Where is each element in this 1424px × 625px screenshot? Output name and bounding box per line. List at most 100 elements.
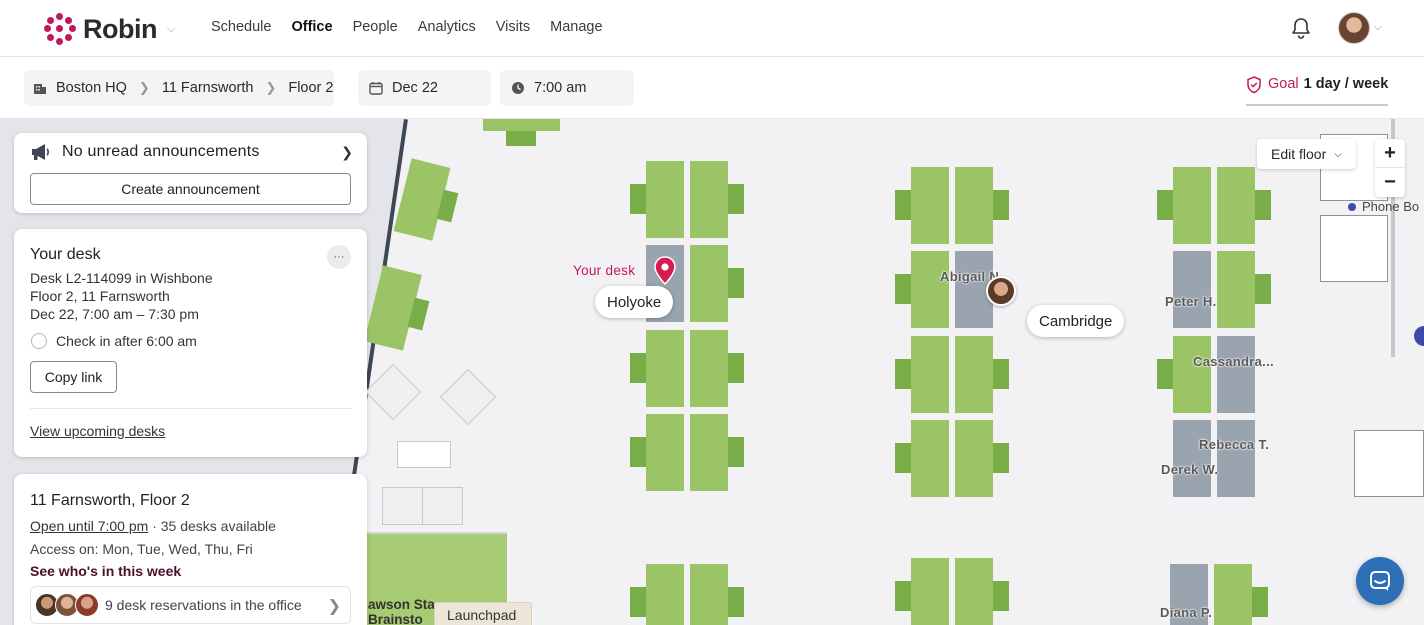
desk[interactable] xyxy=(911,420,949,497)
selected-time: 7:00 am xyxy=(534,80,587,96)
launchpad-label[interactable]: Launchpad xyxy=(434,602,532,625)
person-label[interactable]: Peter H. xyxy=(1165,294,1217,309)
desk[interactable] xyxy=(1173,167,1211,244)
bell-icon[interactable] xyxy=(1290,16,1312,40)
avatar-group xyxy=(35,593,99,617)
view-upcoming-desks-link[interactable]: View upcoming desks xyxy=(30,423,165,439)
nav-office[interactable]: Office xyxy=(291,19,332,35)
goal-indicator[interactable]: Goal 1 day / week xyxy=(1246,76,1389,106)
announcements-row[interactable]: No unread announcements ❯ xyxy=(30,143,353,161)
chair xyxy=(895,443,911,473)
desk[interactable] xyxy=(646,564,684,625)
chair xyxy=(993,190,1009,220)
person-label[interactable]: Derek W. xyxy=(1161,462,1218,477)
desk[interactable] xyxy=(1217,251,1255,328)
table xyxy=(382,487,423,525)
desk[interactable] xyxy=(1214,564,1252,625)
desk[interactable] xyxy=(483,119,560,131)
goal-value: 1 day / week xyxy=(1303,76,1389,92)
desk[interactable] xyxy=(955,420,993,497)
room-label: Holyoke xyxy=(607,293,662,311)
desk[interactable] xyxy=(1217,167,1255,244)
create-announcement-button[interactable]: Create announcement xyxy=(30,173,351,205)
breadcrumb-building[interactable]: Boston HQ xyxy=(56,80,127,96)
avatar[interactable] xyxy=(986,276,1016,306)
breadcrumb[interactable]: Boston HQ ❯ 11 Farnsworth ❯ Floor 2 xyxy=(24,70,334,106)
desk[interactable] xyxy=(690,330,728,407)
zoom-out-button[interactable]: − xyxy=(1375,168,1405,197)
date-picker[interactable]: Dec 22 xyxy=(358,70,491,106)
more-options-button[interactable]: ··· xyxy=(327,245,351,269)
desk[interactable] xyxy=(911,167,949,244)
chair xyxy=(630,353,646,383)
desk[interactable] xyxy=(690,161,728,238)
access-days: Access on: Mon, Tue, Wed, Thu, Fri xyxy=(30,541,253,557)
chat-button[interactable] xyxy=(1356,557,1404,605)
desk[interactable] xyxy=(646,330,684,407)
desk[interactable] xyxy=(1173,336,1211,413)
chair xyxy=(895,190,911,220)
map-pin-icon[interactable] xyxy=(653,256,677,286)
desk-booked[interactable] xyxy=(1173,251,1211,328)
chat-icon xyxy=(1370,571,1390,591)
open-hours-link[interactable]: Open until 7:00 pm xyxy=(30,518,148,534)
see-whos-in-link[interactable]: See who's in this week xyxy=(30,563,181,579)
person-label[interactable]: Rebecca T. xyxy=(1199,437,1269,452)
desk[interactable] xyxy=(955,336,993,413)
your-desk-tag: Your desk xyxy=(573,263,636,278)
your-desk-title: Your desk xyxy=(30,246,101,263)
room-outline xyxy=(1320,215,1388,282)
room-label: Cambridge xyxy=(1039,312,1113,330)
desk[interactable] xyxy=(690,414,728,491)
desk[interactable] xyxy=(690,564,728,625)
desk[interactable] xyxy=(646,414,684,491)
reservations-row[interactable]: 9 desk reservations in the office ❯ xyxy=(30,586,351,624)
goal-label: Goal xyxy=(1268,76,1299,92)
nav-manage[interactable]: Manage xyxy=(550,19,602,35)
zoom-in-button[interactable]: + xyxy=(1375,139,1405,168)
nav-analytics[interactable]: Analytics xyxy=(418,19,476,35)
room-cambridge[interactable]: Cambridge xyxy=(1027,305,1125,337)
table xyxy=(397,441,451,468)
chevron-right-icon: ❯ xyxy=(327,598,341,615)
table xyxy=(422,487,463,525)
chevron-down-icon: ⌵ xyxy=(166,22,176,35)
nav-visits[interactable]: Visits xyxy=(496,19,530,35)
room-holyoke[interactable]: Holyoke xyxy=(595,286,674,318)
chevron-down-icon[interactable]: ⌵ xyxy=(1374,22,1382,33)
lawson-line-2: Brainsto xyxy=(368,612,423,625)
desk-time: Dec 22, 7:00 am – 7:30 pm xyxy=(30,306,199,322)
chair xyxy=(728,268,744,298)
desk[interactable] xyxy=(690,245,728,322)
edit-floor-button[interactable]: Edit floor ⌵ xyxy=(1257,139,1356,169)
breadcrumb-location[interactable]: 11 Farnsworth xyxy=(162,80,254,96)
desk[interactable] xyxy=(646,161,684,238)
chevron-right-icon: ❯ xyxy=(341,143,353,160)
person-label[interactable]: Cassandra... xyxy=(1193,354,1274,369)
breadcrumb-floor[interactable]: Floor 2 xyxy=(288,80,333,96)
desk[interactable] xyxy=(955,167,993,244)
desk-booked[interactable] xyxy=(1217,420,1255,497)
phone-booth-label[interactable]: Phone Bo xyxy=(1348,199,1419,214)
time-picker[interactable]: 7:00 am xyxy=(500,70,634,106)
chair xyxy=(895,581,911,611)
desk[interactable] xyxy=(911,251,949,328)
person-marker[interactable] xyxy=(1414,326,1424,346)
desk[interactable] xyxy=(911,336,949,413)
copy-link-button[interactable]: Copy link xyxy=(30,361,117,393)
chevron-down-icon: ⌵ xyxy=(1334,148,1342,160)
divider xyxy=(30,408,351,409)
nav-people[interactable]: People xyxy=(353,19,398,35)
nav-schedule[interactable]: Schedule xyxy=(211,19,271,35)
person-label[interactable]: Diana P. xyxy=(1160,605,1212,620)
robin-logo[interactable]: Robin ⌵ xyxy=(44,13,175,45)
desk[interactable] xyxy=(911,558,949,625)
desk[interactable] xyxy=(955,558,993,625)
user-avatar[interactable] xyxy=(1338,12,1370,44)
building-icon xyxy=(34,84,46,94)
radio-icon[interactable] xyxy=(31,333,47,349)
desk-booked[interactable] xyxy=(1217,336,1255,413)
desk-booked[interactable] xyxy=(1173,420,1211,497)
checkin-option[interactable]: Check in after 6:00 am xyxy=(31,333,197,349)
chair xyxy=(1255,274,1271,304)
